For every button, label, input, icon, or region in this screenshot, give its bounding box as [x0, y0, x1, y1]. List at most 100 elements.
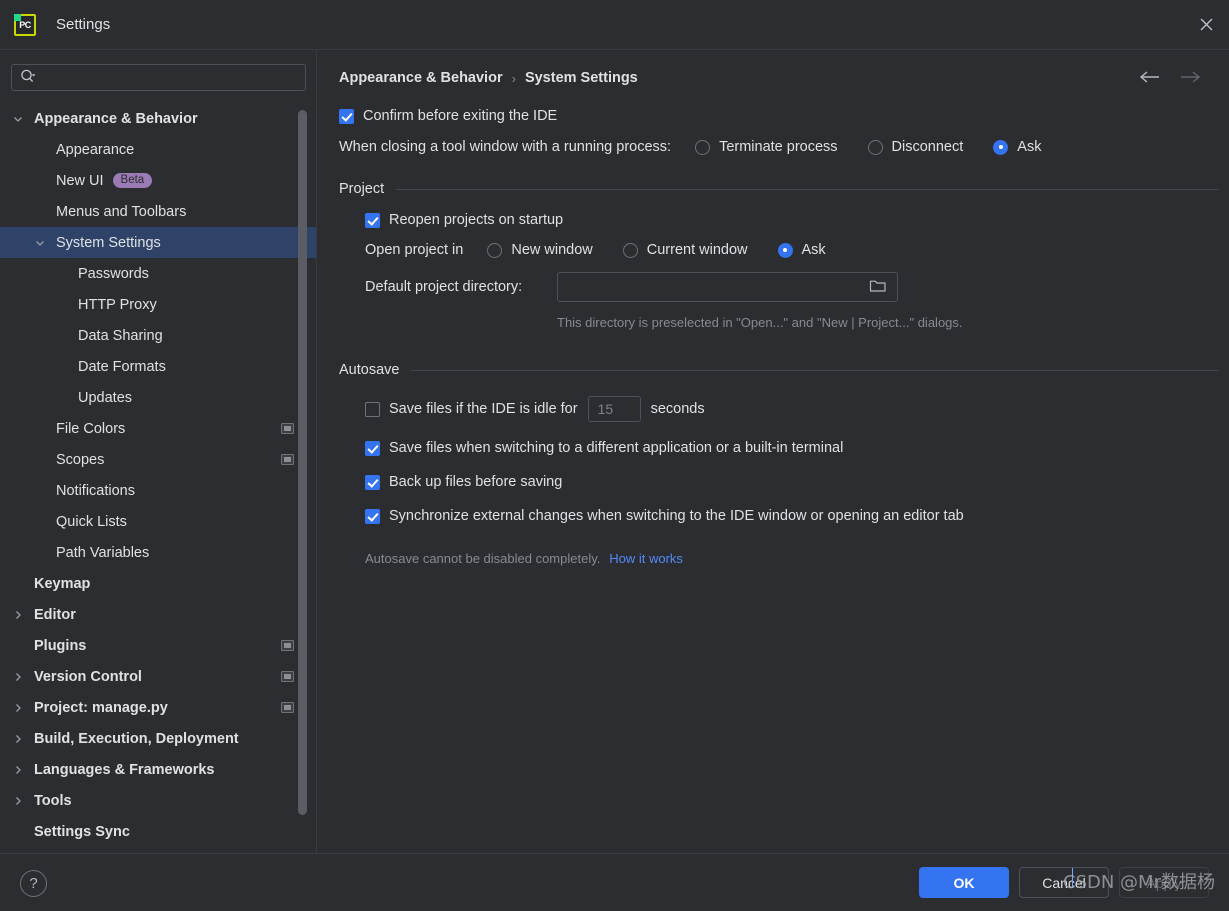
- autosave-option-row[interactable]: Save files when switching to a different…: [365, 440, 1219, 456]
- sidebar-item-appearance[interactable]: Appearance: [0, 134, 316, 165]
- sidebar-item-plugins[interactable]: Plugins: [0, 630, 316, 661]
- idle-save-row[interactable]: Save files if the IDE is idle for 15 sec…: [365, 396, 1219, 422]
- closing-tool-window-radio-group: Terminate process Disconnect Ask: [695, 139, 1071, 155]
- closing-tool-window-option-disconnect[interactable]: Disconnect: [867, 139, 964, 155]
- sidebar-item-quick-lists[interactable]: Quick Lists: [0, 506, 316, 537]
- close-icon[interactable]: [1183, 0, 1229, 49]
- sidebar-scrollbar-track[interactable]: [298, 50, 307, 853]
- idle-save-label: Save files if the IDE is idle for: [389, 401, 578, 417]
- search-box[interactable]: [11, 64, 306, 91]
- sidebar-item-project-manage-py[interactable]: Project: manage.py: [0, 692, 316, 723]
- project-level-badge-icon: [281, 640, 294, 651]
- sidebar-item-languages-frameworks[interactable]: Languages & Frameworks: [0, 754, 316, 785]
- open-project-in-option-current-window[interactable]: Current window: [622, 242, 748, 258]
- sidebar-item-updates[interactable]: Updates: [0, 382, 316, 413]
- search-input[interactable]: [43, 66, 283, 89]
- how-it-works-link[interactable]: How it works: [609, 551, 683, 566]
- chevron-right-icon[interactable]: [10, 607, 26, 623]
- sidebar-item-label: Settings Sync: [34, 823, 130, 840]
- reopen-projects-row[interactable]: Reopen projects on startup: [365, 212, 1219, 228]
- autosave-option-checkbox[interactable]: [365, 440, 380, 456]
- sidebar-item-label: Date Formats: [78, 358, 166, 375]
- sidebar-item-label: File Colors: [56, 420, 126, 437]
- idle-save-checkbox[interactable]: [365, 401, 380, 417]
- radio-button[interactable]: [867, 139, 883, 155]
- radio-button[interactable]: [622, 242, 638, 258]
- sidebar-item-menus-and-toolbars[interactable]: Menus and Toolbars: [0, 196, 316, 227]
- breadcrumb-parent[interactable]: Appearance & Behavior: [339, 70, 503, 86]
- sidebar-item-file-colors[interactable]: File Colors: [0, 413, 316, 444]
- autosave-option-row[interactable]: Synchronize external changes when switch…: [365, 508, 1219, 524]
- chevron-down-icon[interactable]: [10, 111, 26, 127]
- sidebar-item-label: Project: manage.py: [34, 699, 168, 716]
- confirm-exit-checkbox[interactable]: [339, 108, 354, 124]
- sidebar-item-version-control[interactable]: Version Control: [0, 661, 316, 692]
- arrow-right-icon[interactable]: [1179, 70, 1201, 84]
- sidebar-item-keymap[interactable]: Keymap: [0, 568, 316, 599]
- autosave-section-rule: [411, 369, 1219, 371]
- idle-seconds-input[interactable]: 15: [587, 396, 641, 422]
- chevron-right-icon[interactable]: [10, 731, 26, 747]
- sidebar-item-system-settings[interactable]: System Settings: [0, 227, 316, 258]
- chevron-right-icon[interactable]: [10, 669, 26, 685]
- radio-label: Terminate process: [719, 139, 838, 155]
- ok-button[interactable]: OK: [919, 867, 1009, 898]
- settings-tree: Appearance & Behavior Appearance New UI Bet…: [0, 103, 316, 847]
- reopen-projects-checkbox[interactable]: [365, 212, 380, 228]
- sidebar-item-label: Version Control: [34, 668, 142, 685]
- cancel-button[interactable]: Cancel: [1019, 867, 1109, 898]
- sidebar-item-settings-sync[interactable]: Settings Sync: [0, 816, 316, 847]
- help-button[interactable]: ?: [20, 870, 47, 897]
- closing-tool-window-option-ask[interactable]: Ask: [993, 139, 1041, 155]
- sidebar-item-path-variables[interactable]: Path Variables: [0, 537, 316, 568]
- radio-button[interactable]: [487, 242, 503, 258]
- closing-tool-window-option-terminate-process[interactable]: Terminate process: [695, 139, 838, 155]
- chevron-right-icon[interactable]: [10, 700, 26, 716]
- open-project-in-option-new-window[interactable]: New window: [487, 242, 593, 258]
- sidebar-item-build-execution-deployment[interactable]: Build, Execution, Deployment: [0, 723, 316, 754]
- sidebar-item-label: Quick Lists: [56, 513, 127, 530]
- sidebar-item-date-formats[interactable]: Date Formats: [0, 351, 316, 382]
- sidebar-item-appearance-behavior[interactable]: Appearance & Behavior: [0, 103, 316, 134]
- folder-icon[interactable]: [869, 278, 887, 296]
- sidebar-item-notifications[interactable]: Notifications: [0, 475, 316, 506]
- chevron-right-icon[interactable]: [10, 793, 26, 809]
- sidebar-item-tools[interactable]: Tools: [0, 785, 316, 816]
- autosave-option-row[interactable]: Back up files before saving: [365, 474, 1219, 490]
- open-project-in-option-ask[interactable]: Ask: [777, 242, 826, 258]
- search-container: [0, 50, 316, 97]
- radio-label: New window: [511, 242, 593, 258]
- project-section-header: Project: [339, 181, 1219, 197]
- sidebar-item-new-ui[interactable]: New UI Beta: [0, 165, 316, 196]
- project-section-rule: [396, 188, 1219, 190]
- default-directory-input[interactable]: [557, 272, 898, 302]
- sidebar-item-editor[interactable]: Editor: [0, 599, 316, 630]
- autosave-section-title: Autosave: [339, 362, 400, 378]
- autosave-option-label: Save files when switching to a different…: [389, 440, 844, 456]
- confirm-exit-row[interactable]: Confirm before exiting the IDE: [339, 108, 1219, 124]
- radio-button[interactable]: [695, 139, 711, 155]
- autosave-footer-text: Autosave cannot be disabled completely.: [365, 551, 601, 566]
- chevron-down-icon[interactable]: [32, 235, 48, 251]
- sidebar-item-label: Tools: [34, 792, 72, 809]
- radio-button[interactable]: [993, 139, 1009, 155]
- sidebar-scrollbar-thumb[interactable]: [298, 110, 307, 815]
- radio-label: Disconnect: [891, 139, 964, 155]
- autosave-option-checkbox[interactable]: [365, 474, 380, 490]
- chevron-right-icon[interactable]: [10, 762, 26, 778]
- sidebar-item-data-sharing[interactable]: Data Sharing: [0, 320, 316, 351]
- sidebar-item-passwords[interactable]: Passwords: [0, 258, 316, 289]
- closing-tool-window-row: When closing a tool window with a runnin…: [339, 139, 1219, 155]
- title-bar: PC Settings: [0, 0, 1229, 50]
- window-title: Settings: [56, 16, 111, 33]
- autosave-option-checkbox[interactable]: [365, 508, 380, 524]
- radio-button[interactable]: [777, 242, 793, 258]
- arrow-left-icon[interactable]: [1139, 70, 1161, 84]
- sidebar-item-scopes[interactable]: Scopes: [0, 444, 316, 475]
- sidebar-item-http-proxy[interactable]: HTTP Proxy: [0, 289, 316, 320]
